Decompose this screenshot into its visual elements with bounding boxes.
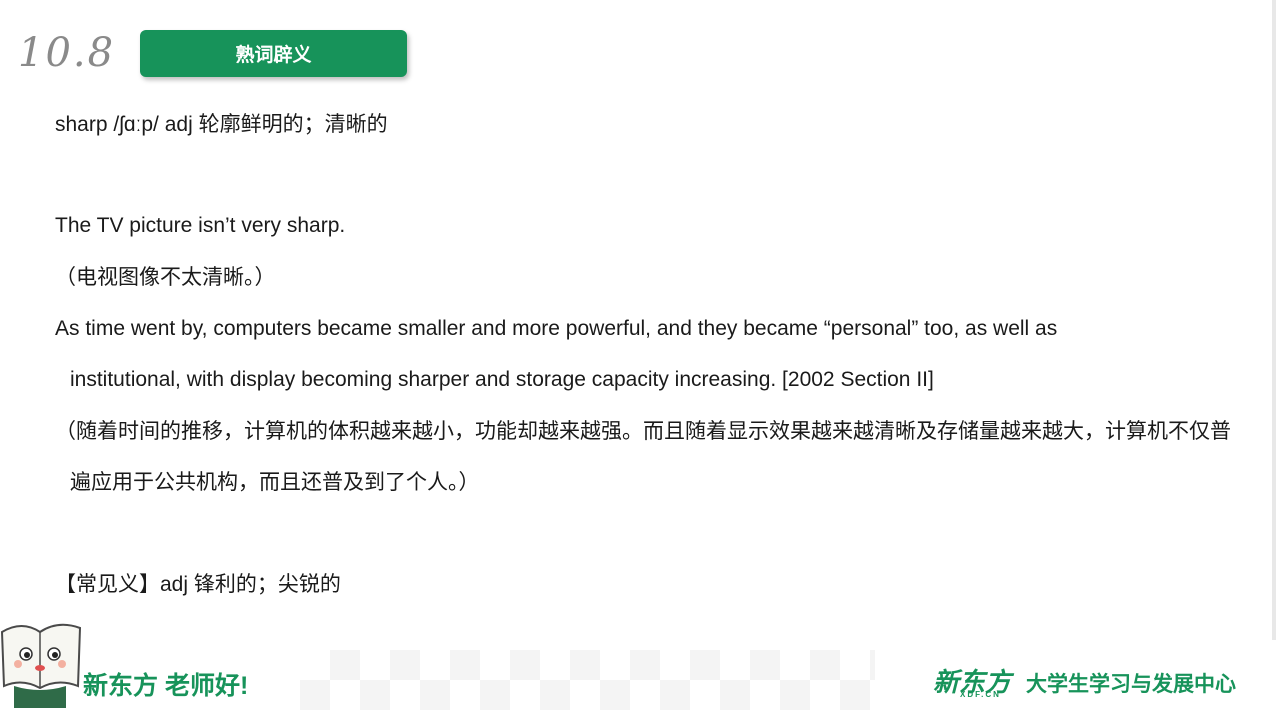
title-badge: 熟词辟义 (140, 30, 407, 77)
brand-logo-sub: XDF.CN (960, 690, 1001, 699)
book-mascot-icon (0, 623, 82, 708)
common-meaning: 【常见义】adj 锋利的；尖锐的 (55, 573, 341, 596)
date-label: 10.8 (18, 30, 116, 76)
example2-english-line1: As time went by, computers became smalle… (55, 317, 1058, 340)
center-name: 大学生学习与发展中心 (1026, 673, 1236, 696)
example1-english: The TV picture isn’t very sharp. (55, 214, 346, 237)
example2-english-line2: institutional, with display becoming sha… (70, 368, 934, 391)
example2-chinese-line1: （随着时间的推移，计算机的体积越来越小，功能却越来越强。而且随着显示效果越来越清… (55, 420, 1231, 443)
entry-line: sharp /ʃɑːp/ adj 轮廓鲜明的；清晰的 (55, 113, 388, 136)
footer-pattern (300, 650, 875, 710)
footer-slogan: 新东方 老师好! (83, 672, 249, 700)
example1-chinese: （电视图像不太清晰。） (55, 266, 276, 289)
page-edge (1272, 0, 1276, 710)
example2-chinese-line2: 遍应用于公共机构，而且还普及到了个人。） (70, 471, 480, 494)
